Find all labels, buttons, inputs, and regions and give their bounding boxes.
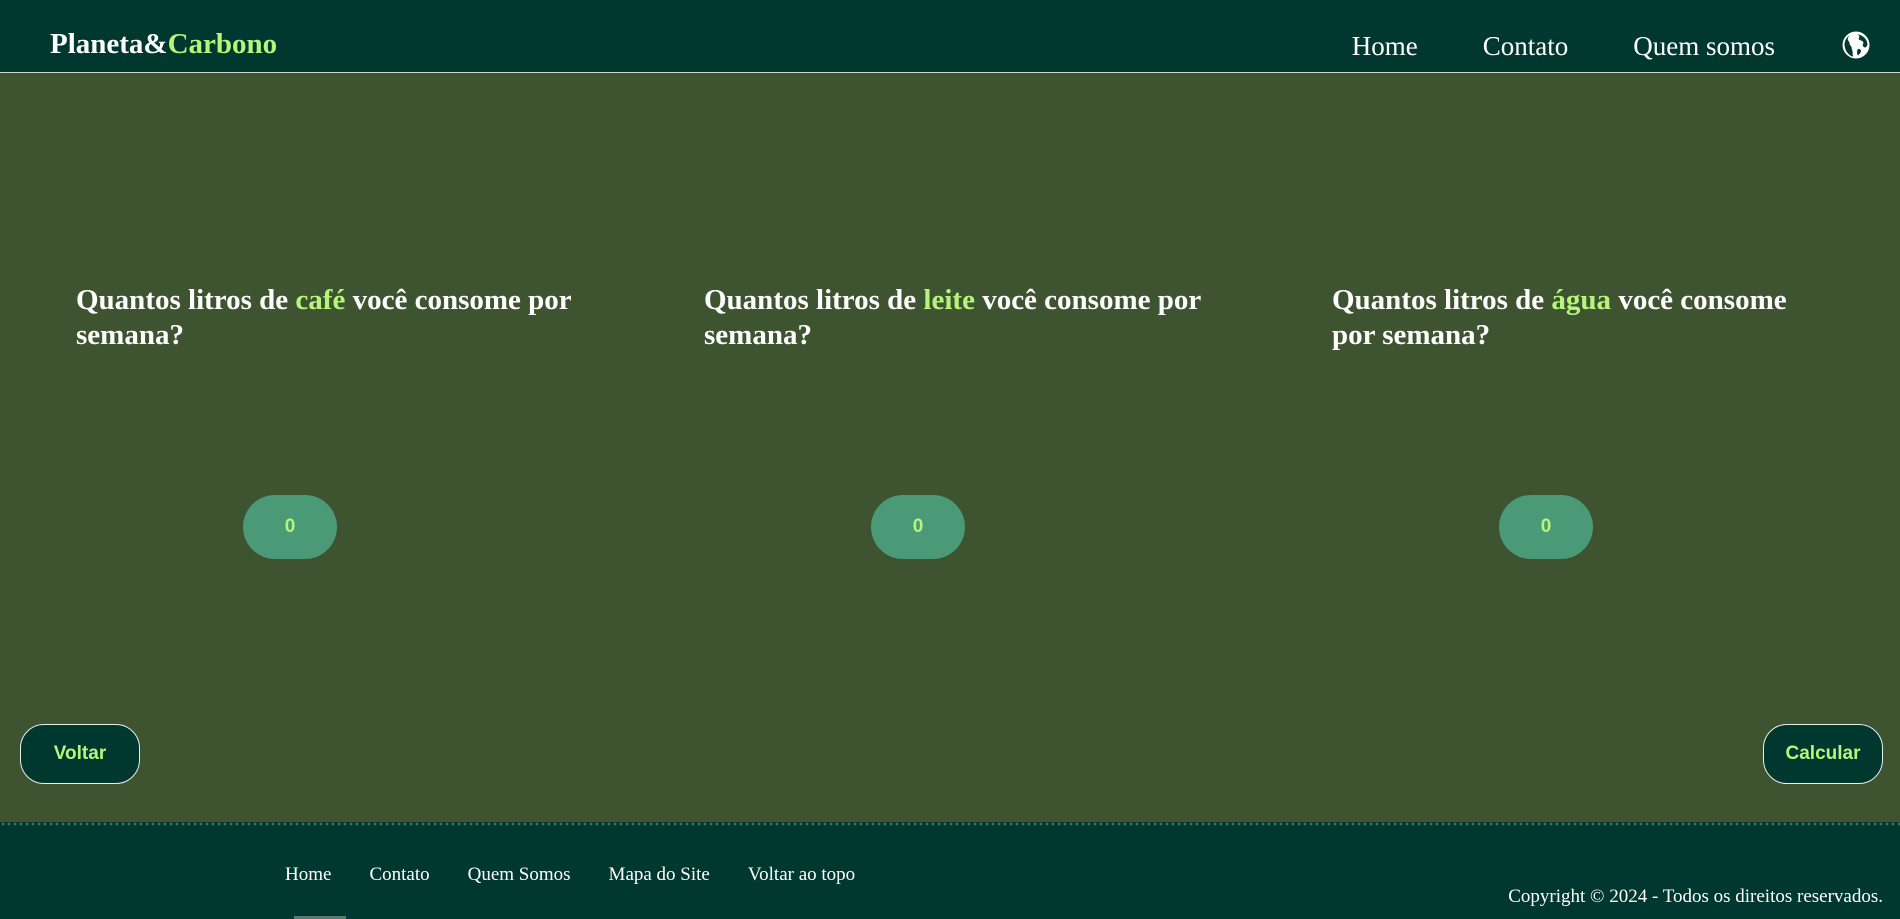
main-nav: Home Contato Quem somos (1352, 31, 1775, 62)
nav-home[interactable]: Home (1352, 31, 1418, 62)
site-header: Planeta&Carbono Home Contato Quem somos (0, 0, 1900, 73)
question-text: Quantos litros de (704, 284, 924, 316)
back-button[interactable]: Voltar (20, 724, 140, 784)
calculate-button[interactable]: Calcular (1763, 724, 1883, 784)
footer-divider (0, 822, 1900, 826)
agua-liters-input[interactable] (1499, 495, 1593, 559)
question-highlight: água (1551, 284, 1612, 316)
cafe-liters-input[interactable] (243, 495, 337, 559)
footer-link-mapa-do-site[interactable]: Mapa do Site (609, 864, 710, 886)
leite-liters-input[interactable] (871, 495, 965, 559)
nav-contato[interactable]: Contato (1483, 31, 1569, 62)
site-footer: Home Contato Quem Somos Mapa do Site Vol… (0, 822, 1900, 919)
question-text: Quantos litros de (76, 284, 296, 316)
brand-logo[interactable]: Planeta&Carbono (50, 28, 277, 61)
question-agua: Quantos litros de água você consome por … (1332, 283, 1832, 353)
footer-link-home[interactable]: Home (285, 864, 331, 886)
brand-name-part1: Planeta& (50, 28, 168, 60)
copyright-text: Copyright © 2024 - Todos os direitos res… (1508, 886, 1883, 907)
footer-link-contato[interactable]: Contato (369, 864, 429, 886)
question-highlight: leite (923, 284, 975, 316)
footer-link-quem-somos[interactable]: Quem Somos (468, 864, 571, 886)
globe-icon[interactable] (1841, 30, 1871, 60)
question-text: Quantos litros de (1332, 284, 1552, 316)
nav-quem-somos[interactable]: Quem somos (1633, 31, 1775, 62)
main-content: Quantos litros de café você consome por … (0, 73, 1900, 822)
footer-nav: Home Contato Quem Somos Mapa do Site Vol… (285, 864, 855, 886)
question-leite: Quantos litros de leite você consome por… (704, 283, 1204, 353)
question-cafe: Quantos litros de café você consome por … (76, 283, 576, 353)
brand-name-part2: Carbono (167, 28, 278, 60)
question-highlight: café (295, 284, 346, 316)
footer-link-voltar-ao-topo[interactable]: Voltar ao topo (748, 864, 855, 886)
